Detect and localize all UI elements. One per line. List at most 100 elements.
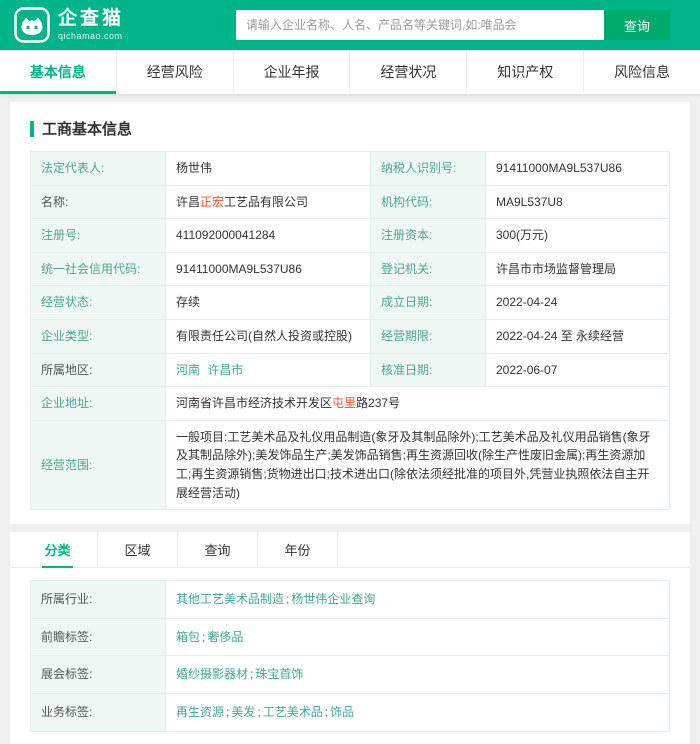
logo-subtitle: qichamao.com [58,31,123,41]
tag-row: 前瞻标签: 箱包; 奢侈品 [30,617,670,657]
tag-link[interactable]: 工艺美术品 [263,705,323,719]
main-nav: 基本信息 经营风险 企业年报 经营状况 知识产权 风险信息 [0,50,700,94]
field-label: 注册资本: [370,218,486,253]
field-label: 所属地区: [30,352,166,388]
highlighted-keyword: 屯里 [332,396,357,411]
field-label: 登记机关: [370,251,486,287]
field-label: 成立日期: [370,285,486,320]
tag-link[interactable]: 箱包 [176,630,200,644]
link-separator: ; [226,704,230,719]
business-tag-links: 再生资源; 美发; 工艺美术品; 饰品 [165,692,670,732]
taxpayer-id-value: 91411000MA9L537U86 [485,151,670,186]
info-row: 所属地区: 河南 许昌市 核准日期: 2022-06-07 [30,352,670,388]
operating-status-value: 存续 [165,285,371,320]
search-bar: 查询 [236,10,670,40]
tag-label: 所属行业: [30,580,166,619]
registered-capital-value: 300(万元) [485,218,670,253]
tag-link[interactable]: 奢侈品 [207,630,243,644]
info-row: 注册号: 411092000041284 注册资本: 300(万元) [30,218,670,253]
link-separator: ; [257,704,261,719]
field-label: 经营状态: [30,285,166,320]
tab-risk-info[interactable]: 风险信息 [584,50,700,94]
tag-row: 所属行业: 其他工艺美术品制造; 杨世伟企业查询 [30,580,670,619]
tab-business-risk[interactable]: 经营风险 [117,50,234,94]
info-row: 法定代表人: 杨世伟 纳税人识别号: 91411000MA9L537U86 [30,151,670,186]
tag-link[interactable]: 再生资源 [176,705,224,719]
link-separator: ; [286,592,290,607]
tag-table: 所属行业: 其他工艺美术品制造; 杨世伟企业查询 前瞻标签: 箱包; 奢侈品 展会标… [30,580,670,732]
legal-representative-value: 杨世伟 [165,151,371,186]
search-input[interactable] [236,10,604,40]
subtab-region[interactable]: 区域 [98,532,178,568]
field-label: 名称: [30,184,166,220]
field-label: 纳税人识别号: [370,151,486,186]
company-name-value: 许昌正宏工艺品有限公司 [165,184,371,220]
tag-link[interactable]: 杨世伟企业查询 [291,592,375,606]
tab-operating-status[interactable]: 经营状况 [350,50,468,94]
tag-link[interactable]: 美发 [231,705,255,719]
tag-label: 业务标签: [30,692,166,732]
logo[interactable]: 企查猫 qichamao.com [14,7,124,43]
section-title-bar [30,120,34,137]
info-row: 企业地址: 河南省许昌市经济技术开发区屯里路237号 [30,386,670,421]
field-label: 企业地址: [30,386,166,421]
business-scope-value: 一般项目:工艺美术品及礼仪用品制造(象牙及其制品除外);工艺美术品及礼仪用品销售… [165,419,670,511]
link-separator: ; [250,667,254,682]
tag-row: 业务标签: 再生资源; 美发; 工艺美术品; 饰品 [30,692,670,732]
forward-tag-links: 箱包; 奢侈品 [165,617,670,657]
header: 企查猫 qichamao.com 查询 [0,0,700,50]
org-code-value: MA9L537U8 [485,184,670,220]
field-label: 经营范围: [30,419,166,511]
credit-code-value: 91411000MA9L537U86 [165,251,371,287]
field-label: 经营期限: [370,318,486,354]
subtab-query[interactable]: 查询 [178,532,258,568]
establishment-date-value: 2022-04-24 [485,285,670,320]
section-title: 工商基本信息 [30,118,670,139]
tag-link[interactable]: 饰品 [330,705,354,719]
subtab-category[interactable]: 分类 [18,532,98,569]
exhibition-tag-links: 婚纱摄影器材; 珠宝首饰 [165,655,670,694]
registration-number-value: 411092000041284 [165,218,371,253]
field-label: 企业类型: [30,318,166,354]
info-row: 名称: 许昌正宏工艺品有限公司 机构代码: MA9L537U8 [30,184,670,220]
tag-link[interactable]: 其他工艺美术品制造 [176,592,284,606]
tab-annual-report[interactable]: 企业年报 [234,50,351,94]
company-address-value: 河南省许昌市经济技术开发区屯里路237号 [165,386,670,421]
tag-row: 展会标签: 婚纱摄影器材; 珠宝首饰 [30,655,670,694]
search-button[interactable]: 查询 [604,10,670,40]
field-label: 机构代码: [370,184,486,220]
tag-link[interactable]: 婚纱摄影器材 [176,667,248,681]
tag-link[interactable]: 珠宝首饰 [255,667,303,681]
link-separator: ; [202,629,206,644]
field-label: 注册号: [30,218,166,253]
registration-authority-value: 许昌市市场监督管理局 [485,251,670,287]
tag-link[interactable]: 河南 [176,363,200,377]
company-type-value: 有限责任公司(自然人投资或控股) [165,318,371,354]
logo-title: 企查猫 [58,8,125,29]
tags-card: 分类 区域 查询 年份 所属行业: 其他工艺美术品制造; 杨世伟企业查询 前瞻标签… [10,532,690,744]
industry-links: 其他工艺美术品制造; 杨世伟企业查询 [165,580,670,619]
cat-logo-icon [14,7,50,43]
link-separator: ; [324,704,329,719]
tag-label: 前瞻标签: [30,617,166,657]
approval-date-value: 2022-06-07 [485,352,670,388]
info-row: 经营状态: 存续 成立日期: 2022-04-24 [30,285,670,320]
region-value: 河南 许昌市 [165,352,371,388]
tab-intellectual-property[interactable]: 知识产权 [467,50,585,94]
info-row: 企业类型: 有限责任公司(自然人投资或控股) 经营期限: 2022-04-24 … [30,318,670,354]
operating-period-value: 2022-04-24 至 永续经营 [485,318,670,354]
tag-link[interactable]: 许昌市 [207,363,243,377]
field-label: 核准日期: [370,352,486,388]
info-row: 经营范围: 一般项目:工艺美术品及礼仪用品制造(象牙及其制品除外);工艺美术品及… [30,419,670,511]
tag-subtabs: 分类 区域 查询 年份 [10,532,690,569]
tab-basic-info[interactable]: 基本信息 [0,50,117,94]
subtab-year[interactable]: 年份 [258,532,338,568]
info-row: 统一社会信用代码: 91411000MA9L537U86 登记机关: 许昌市市场… [30,251,670,287]
field-label: 法定代表人: [30,151,166,186]
basic-info-card: 工商基本信息 法定代表人: 杨世伟 纳税人识别号: 91411000MA9L53… [10,102,690,525]
link-separator [202,363,205,377]
tag-label: 展会标签: [30,655,166,694]
company-info-table: 法定代表人: 杨世伟 纳税人识别号: 91411000MA9L537U86 名称… [30,151,670,511]
highlighted-keyword: 正宏 [200,194,225,209]
section-title-text: 工商基本信息 [42,121,133,138]
